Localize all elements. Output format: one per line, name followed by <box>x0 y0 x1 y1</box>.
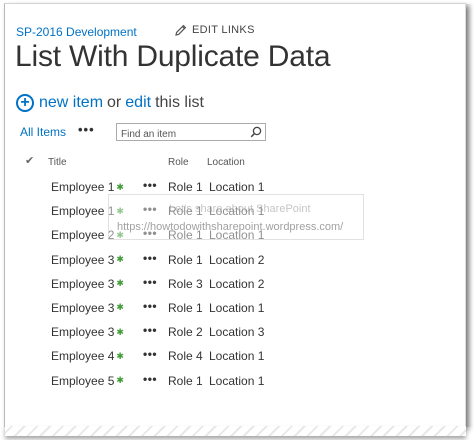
title-cell: Employee 1 ✱ <box>51 204 124 218</box>
pencil-icon <box>175 24 187 36</box>
table-row[interactable]: Employee 4 ✱ ••• Role 4 Location 1 <box>16 344 456 368</box>
item-menu-ellipsis[interactable]: ••• <box>143 372 157 386</box>
item-menu-ellipsis[interactable]: ••• <box>143 178 157 192</box>
location-cell: Location 2 <box>209 276 265 291</box>
new-item-icon: ✱ <box>116 375 124 385</box>
page-title: List With Duplicate Data <box>15 40 331 73</box>
title-cell: Employee 3 ✱ <box>51 325 124 339</box>
role-cell: Role 2 <box>168 325 203 340</box>
plus-circle-icon[interactable]: + <box>16 94 34 112</box>
item-title-link[interactable]: Employee 5 <box>51 374 114 388</box>
search-input[interactable] <box>117 126 243 143</box>
role-cell: Role 1 <box>168 373 203 388</box>
location-cell: Location 1 <box>209 349 265 364</box>
role-cell: Role 1 <box>168 252 203 267</box>
item-menu-ellipsis[interactable]: ••• <box>143 323 157 337</box>
title-cell: Employee 1 ✱ <box>51 180 124 194</box>
item-title-link[interactable]: Employee 1 <box>51 204 114 218</box>
search-icon[interactable] <box>250 126 262 138</box>
item-title-link[interactable]: Employee 1 <box>51 180 114 194</box>
item-menu-ellipsis[interactable]: ••• <box>143 275 157 289</box>
edit-links-label: EDIT LINKS <box>192 24 255 36</box>
new-item-icon: ✱ <box>116 181 124 192</box>
table-row[interactable]: Employee 3 ✱ ••• Role 1 Location 1 <box>16 296 456 320</box>
new-item-icon: ✱ <box>116 302 124 313</box>
site-breadcrumb: SP-2016 Development <box>16 22 137 42</box>
table-row[interactable]: Employee 5 ✱ ••• Role 1 Location 1 <box>16 369 456 393</box>
column-headers: ✔ Title Role Location <box>16 152 456 172</box>
new-item-icon: ✱ <box>116 205 124 216</box>
role-cell: Role 3 <box>168 276 203 291</box>
new-item-link[interactable]: new item <box>39 94 103 112</box>
location-cell: Location 3 <box>209 325 265 340</box>
title-cell: Employee 3 ✱ <box>51 277 124 291</box>
item-menu-ellipsis[interactable]: ••• <box>143 299 157 313</box>
column-header-location[interactable]: Location <box>207 157 245 168</box>
site-link[interactable]: SP-2016 Development <box>16 25 137 39</box>
item-menu-ellipsis[interactable]: ••• <box>143 251 157 265</box>
edit-list-link[interactable]: edit <box>125 94 151 112</box>
item-title-link[interactable]: Employee 4 <box>51 349 114 363</box>
role-cell: Role 1 <box>168 300 203 315</box>
new-item-icon: ✱ <box>116 278 124 289</box>
item-menu-ellipsis[interactable]: ••• <box>143 202 157 216</box>
title-cell: Employee 2 ✱ <box>51 228 124 242</box>
new-item-bar: + new item or edit this list <box>16 94 208 112</box>
view-selector-bar: All Items ••• <box>16 121 266 143</box>
or-text: or <box>107 94 122 111</box>
this-list-text: this list <box>155 94 204 111</box>
list-items: Employee 1 ✱ ••• Role 1 Location 1 Emplo… <box>16 175 456 393</box>
role-cell: Role 4 <box>168 349 203 364</box>
new-item-icon: ✱ <box>116 254 124 265</box>
location-cell: Location 1 <box>209 373 265 388</box>
location-cell: Location 2 <box>209 252 265 267</box>
new-item-icon: ✱ <box>116 229 124 240</box>
new-item-icon: ✱ <box>116 350 124 361</box>
title-cell: Employee 3 ✱ <box>51 253 124 267</box>
edit-links-button[interactable]: EDIT LINKS <box>175 24 255 36</box>
table-row[interactable]: Employee 1 ✱ ••• Role 1 Location 1 <box>16 175 456 199</box>
item-title-link[interactable]: Employee 2 <box>51 228 114 242</box>
view-all-items[interactable]: All Items <box>20 125 66 139</box>
new-item-icon: ✱ <box>116 326 124 337</box>
title-cell: Employee 3 ✱ <box>51 301 124 315</box>
column-header-title[interactable]: Title <box>48 157 67 168</box>
item-menu-ellipsis[interactable]: ••• <box>143 226 157 240</box>
table-row[interactable]: Employee 1 ✱ ••• Role 1 Location 1 <box>16 199 456 223</box>
item-title-link[interactable]: Employee 3 <box>51 325 114 339</box>
item-title-link[interactable]: Employee 3 <box>51 253 114 267</box>
location-cell: Location 1 <box>209 204 265 219</box>
role-cell: Role 1 <box>168 204 203 219</box>
role-cell: Role 1 <box>168 180 203 194</box>
search-box[interactable] <box>116 123 266 143</box>
column-header-role[interactable]: Role <box>168 157 189 168</box>
select-all-check-icon[interactable]: ✔ <box>25 154 34 167</box>
location-cell: Location 1 <box>209 300 265 315</box>
table-row[interactable]: Employee 3 ✱ ••• Role 2 Location 3 <box>16 320 456 344</box>
table-row[interactable]: Employee 3 ✱ ••• Role 1 Location 2 <box>16 248 456 272</box>
torn-edge-bottom <box>5 426 466 436</box>
title-cell: Employee 4 ✱ <box>51 349 124 363</box>
location-cell: Location 1 <box>209 228 265 243</box>
item-title-link[interactable]: Employee 3 <box>51 277 114 291</box>
item-menu-ellipsis[interactable]: ••• <box>143 347 157 361</box>
view-more-ellipsis[interactable]: ••• <box>78 122 95 137</box>
table-row[interactable]: Employee 3 ✱ ••• Role 3 Location 2 <box>16 272 456 296</box>
item-title-link[interactable]: Employee 3 <box>51 301 114 315</box>
role-cell: Role 1 <box>168 228 203 243</box>
title-cell: Employee 5 ✱ <box>51 374 124 388</box>
location-cell: Location 1 <box>209 180 265 194</box>
table-row[interactable]: Employee 2 ✱ ••• Role 1 Location 1 <box>16 223 456 247</box>
torn-edge-right <box>465 4 473 427</box>
